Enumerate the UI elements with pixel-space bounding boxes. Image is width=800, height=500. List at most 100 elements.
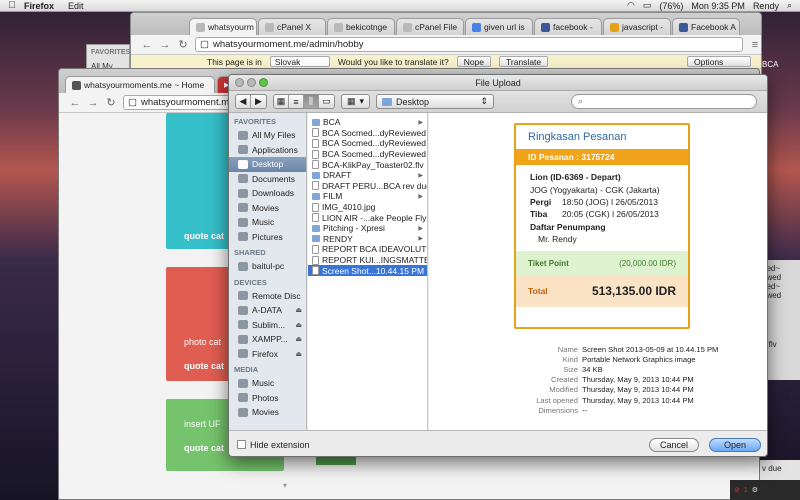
sidebar-item-photos[interactable]: Photos: [229, 391, 306, 406]
gear-icon[interactable]: ⚙: [752, 486, 758, 494]
file-item[interactable]: LION AIR -...ake People Fly: [308, 212, 427, 223]
file-item[interactable]: REPORT BCA IDEAVOLUTION: [308, 244, 427, 255]
user-menu[interactable]: Rendy: [753, 1, 779, 11]
error-icon[interactable]: ⊘: [734, 486, 740, 494]
reload-icon[interactable]: ↻: [177, 38, 189, 51]
search-field[interactable]: ⌕: [571, 94, 757, 109]
document-icon: [312, 181, 319, 191]
receipt-arrive-row: Tiba 20:05 (CGK) l 26/05/2013: [516, 208, 688, 220]
battery-percent: (76%): [659, 0, 684, 11]
file-name: Pitching - Xpresi: [323, 223, 385, 234]
file-item[interactable]: RENDY ▶: [308, 234, 427, 245]
sidebar-item-desktop[interactable]: Desktop: [229, 157, 306, 172]
back-arrow-icon[interactable]: ←: [141, 39, 153, 51]
file-item[interactable]: BCA ▶: [308, 117, 427, 128]
language-select[interactable]: Slovak: [269, 56, 330, 67]
nope-button[interactable]: Nope: [456, 56, 492, 67]
translate-button[interactable]: Translate: [499, 56, 549, 67]
reload-icon[interactable]: ↻: [105, 96, 117, 109]
open-button[interactable]: Open: [708, 437, 761, 452]
sidebar-item-music[interactable]: Music: [229, 215, 306, 230]
file-item-selected[interactable]: Screen Shot...10.44.15 PM: [308, 265, 427, 276]
sidebar-item-a-data[interactable]: A-DATA ⏏: [229, 303, 306, 318]
eject-icon[interactable]: ⏏: [295, 321, 302, 329]
list-view-icon[interactable]: ≡: [289, 95, 304, 108]
sidebar-item-movies[interactable]: Movies: [229, 201, 306, 216]
column-view-icon[interactable]: ⫼: [304, 95, 319, 108]
forward-arrow-icon[interactable]: →: [159, 39, 171, 51]
sidebar-item-media-music[interactable]: Music: [229, 376, 306, 391]
sidebar-item-baitul-pc[interactable]: baitul-pc: [229, 259, 306, 274]
forward-arrow-icon[interactable]: →: [87, 97, 99, 109]
sidebar-item-xampp[interactable]: XAMPP... ⏏: [229, 332, 306, 347]
forward-icon[interactable]: ▶: [251, 95, 266, 108]
icon-view-icon[interactable]: ▦: [274, 95, 289, 108]
file-item[interactable]: IMG_4010.jpg: [308, 202, 427, 213]
back-tab[interactable]: Facebook A: [672, 18, 740, 35]
wifi-icon[interactable]: ◠: [627, 0, 635, 11]
front-address-bar[interactable]: ▢ whatsyourmoment.me/#back: [123, 95, 262, 110]
sidebar-item-downloads[interactable]: Downloads: [229, 186, 306, 201]
sidebar-item-label: Music: [252, 217, 275, 228]
document-icon: [312, 149, 319, 159]
drive-icon: [238, 305, 248, 315]
arrange-popup[interactable]: ▦ ▾: [341, 94, 371, 109]
sidebar-item-applications[interactable]: Applications: [229, 143, 306, 158]
all-files-icon: [238, 130, 248, 140]
file-item[interactable]: DRAFT PERU...BCA rev due: [308, 181, 427, 192]
sidebar-item-all-my-files[interactable]: All My Files: [229, 128, 306, 143]
sidebar-item-remote-disc[interactable]: Remote Disc: [229, 289, 306, 304]
battery-icon[interactable]: ▭: [643, 0, 652, 11]
sidebar-item-label: Photos: [252, 392, 279, 403]
close-icon[interactable]: [235, 78, 244, 87]
sidebar-item-sublim[interactable]: Sublim... ⏏: [229, 318, 306, 333]
clock[interactable]: Mon 9:35 PM: [691, 1, 745, 11]
back-tab[interactable]: given url is: [465, 18, 533, 35]
file-name: BCA-KlikPay_Toaster02.flv: [322, 159, 424, 170]
app-menu[interactable]: Firefox: [24, 1, 54, 11]
file-name: FILM: [323, 191, 343, 202]
file-item[interactable]: DRAFT ▶: [308, 170, 427, 181]
cancel-button[interactable]: Cancel: [648, 437, 699, 452]
back-address-bar[interactable]: ▢ whatsyourmoment.me/admin/hobby: [195, 37, 743, 52]
eject-icon[interactable]: ⏏: [295, 335, 302, 343]
apple-menu-icon[interactable]: : [0, 0, 24, 11]
back-tab[interactable]: cPanel File: [396, 18, 464, 35]
receipt-ticket-point-label: Tiket Point: [528, 258, 569, 268]
zoom-icon[interactable]: [259, 78, 268, 87]
receipt-route: JOG (Yogyakarta) - CGK (Jakarta): [530, 184, 660, 195]
file-item[interactable]: BCA-KlikPay_Toaster02.flv: [308, 159, 427, 170]
coverflow-view-icon[interactable]: ▭: [319, 95, 334, 108]
hide-extension-checkbox[interactable]: [237, 440, 246, 449]
back-tab[interactable]: bekicotnge: [327, 18, 395, 35]
sidebar-item-firefox[interactable]: Firefox ⏏: [229, 347, 306, 362]
document-icon: [312, 244, 319, 254]
file-item[interactable]: Pitching - Xpresi ▶: [308, 223, 427, 234]
folder-icon: [312, 235, 320, 243]
file-item[interactable]: BCA Socmed...dyReviewed: [308, 138, 427, 149]
file-item[interactable]: BCA Socmed...dyReviewed: [308, 128, 427, 139]
sidebar-item-documents[interactable]: Documents: [229, 172, 306, 187]
file-item[interactable]: BCA Socmed...dyReviewed: [308, 149, 427, 160]
search-icon[interactable]: ⌕: [787, 0, 792, 11]
options-button[interactable]: Options: [687, 56, 751, 67]
back-icon[interactable]: ◀: [236, 95, 251, 108]
eject-icon[interactable]: ⏏: [295, 306, 302, 314]
edit-menu[interactable]: Edit: [68, 1, 84, 11]
back-tab[interactable]: whatsyourm: [189, 18, 257, 35]
tab-label: cPanel X: [277, 22, 312, 32]
hide-extension-label: Hide extension: [250, 439, 310, 450]
file-item[interactable]: FILM ▶: [308, 191, 427, 202]
back-tab[interactable]: javascript -: [603, 18, 671, 35]
file-item[interactable]: REPORT KUI...INGSMATTER: [308, 255, 427, 266]
back-tab[interactable]: cPanel X: [258, 18, 326, 35]
back-arrow-icon[interactable]: ←: [69, 97, 81, 109]
sidebar-item-media-movies[interactable]: Movies: [229, 405, 306, 420]
location-popup[interactable]: Desktop ⇕: [376, 94, 495, 109]
sidebar-item-pictures[interactable]: Pictures: [229, 230, 306, 245]
menu-icon[interactable]: ≡: [749, 39, 761, 51]
back-tab[interactable]: facebook -: [534, 18, 602, 35]
front-tab[interactable]: whatsyourmoments.me ~ Home: [65, 76, 215, 93]
eject-icon[interactable]: ⏏: [295, 350, 302, 358]
minimize-icon[interactable]: [247, 78, 256, 87]
